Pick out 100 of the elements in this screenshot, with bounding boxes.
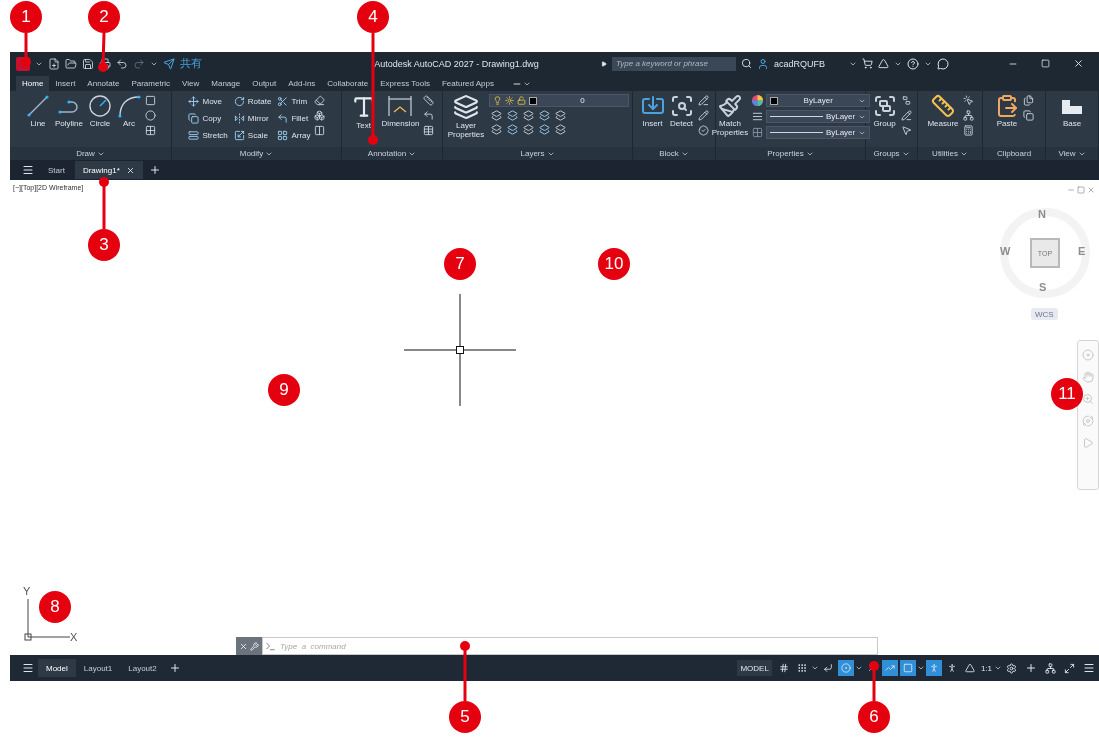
osnap-toggle[interactable] — [899, 660, 916, 676]
panel-title-bar[interactable]: Properties — [716, 147, 865, 160]
layout-tab[interactable]: Model — [38, 659, 76, 677]
print-icon[interactable] — [99, 57, 111, 70]
ribbon-tool-button[interactable]: Dimension — [380, 94, 421, 128]
command-input[interactable]: Type a command — [276, 641, 877, 651]
ribbon-tool-button[interactable]: Mirror — [233, 111, 272, 126]
open-folder-icon[interactable] — [65, 57, 77, 70]
layer-dropdown[interactable]: 0 — [489, 94, 629, 107]
compass-letter: E — [1078, 245, 1086, 257]
ribbon-tab[interactable]: Express Tools — [374, 76, 436, 91]
ribbon-tab[interactable]: Annotate — [81, 76, 126, 91]
new-file-icon[interactable] — [48, 57, 60, 70]
wrench-icon[interactable] — [250, 641, 259, 651]
ribbon-tool-button[interactable]: Copy — [188, 111, 228, 126]
annotation-scale[interactable]: 1:1 — [978, 663, 994, 673]
search-icon[interactable] — [740, 58, 752, 69]
layer-tool-icon — [555, 124, 566, 135]
user-name[interactable]: acadRQUFB — [773, 58, 825, 69]
panel-title-bar[interactable]: Draw — [10, 147, 171, 160]
ucs-menu-button[interactable]: WCS — [1031, 308, 1058, 320]
ribbon-tool-button[interactable]: Line — [25, 94, 51, 128]
redo-icon[interactable] — [133, 57, 145, 70]
ribbon-tool-button[interactable]: Fillet — [277, 111, 311, 126]
ribbon-tool-button[interactable]: Text — [349, 94, 378, 130]
dimension-icon — [387, 94, 414, 118]
panel-title-bar[interactable]: Utilities — [918, 147, 982, 160]
ribbon-tab[interactable]: Add-ins — [282, 76, 322, 91]
help-icon[interactable] — [907, 57, 919, 70]
property-dropdown[interactable]: ByLayer — [766, 110, 871, 123]
maximize-icon — [1041, 59, 1050, 68]
chat-bubble-icon[interactable] — [937, 57, 949, 70]
share-icon[interactable] — [163, 57, 175, 70]
line-sample — [770, 132, 823, 133]
cart-icon[interactable] — [862, 58, 873, 69]
polar-toggle[interactable] — [837, 660, 854, 676]
ribbon-tool-button[interactable]: Layer Properties — [446, 94, 486, 139]
ribbon-tab[interactable]: Manage — [205, 76, 247, 91]
ribbon-tab[interactable]: Parametric — [125, 76, 177, 91]
pointer-icon — [900, 125, 912, 136]
ribbon-tool-button[interactable]: Base — [1059, 94, 1085, 128]
callout-badge: 2 — [88, 1, 120, 33]
ribbon-tool-button[interactable]: Array — [277, 128, 311, 143]
ribbon-tool-button[interactable]: Trim — [277, 94, 311, 109]
layout-tab[interactable]: Layout1 — [75, 659, 121, 677]
ribbon-tool-button[interactable]: Group — [871, 94, 898, 128]
ribbon-tool-button[interactable]: Circle — [87, 94, 113, 128]
model-space-button[interactable]: MODEL — [737, 660, 772, 676]
badge-icon — [697, 125, 709, 136]
ruler-icon — [931, 94, 955, 118]
zoom-icon[interactable] — [1082, 393, 1094, 405]
layer-tool-icon — [555, 110, 566, 121]
command-field[interactable]: Type a command — [262, 637, 878, 655]
save-icon[interactable] — [82, 57, 94, 70]
ribbon-tab[interactable]: Insert — [49, 76, 82, 91]
rotate-icon — [233, 96, 245, 107]
clipboard-icon — [995, 94, 1019, 118]
ribbon-tab[interactable]: View — [176, 76, 206, 91]
panel-title-bar[interactable]: Layers — [443, 147, 632, 160]
file-tab[interactable]: Drawing1* — [74, 161, 143, 179]
search-field[interactable]: Type a keyword or phrase — [611, 56, 736, 71]
ribbon-tool-button[interactable]: Detect — [668, 94, 695, 128]
paintbrush-icon — [718, 94, 742, 118]
property-dropdown[interactable]: ByLayer — [766, 126, 871, 139]
tracking-toggle[interactable] — [881, 660, 898, 676]
ribbon-tool-button[interactable]: Stretch — [188, 128, 228, 143]
figure-toggle[interactable] — [925, 660, 942, 676]
ribbon-tab[interactable]: Output — [246, 76, 283, 91]
expand-arrow-icon[interactable] — [600, 60, 607, 67]
tracking-icon — [884, 663, 895, 673]
panel-title-bar[interactable]: Modify — [172, 147, 341, 160]
menu-icon — [1083, 662, 1095, 674]
share-label[interactable]: 共有 — [180, 56, 202, 71]
panel-title-bar[interactable]: Annotation — [342, 147, 442, 160]
ribbon-tool-button[interactable]: Rotate — [233, 94, 272, 109]
linetype-icon — [752, 127, 764, 138]
ribbon-tool-button[interactable]: Scale — [233, 128, 272, 143]
ribbon-tab[interactable]: Featured Apps — [435, 76, 500, 91]
ribbon-tool-button[interactable]: Move — [188, 94, 228, 109]
panel-title-bar[interactable]: Block — [633, 147, 715, 160]
pencil-icon — [697, 110, 709, 121]
property-dropdown[interactable]: ByLayer — [766, 94, 871, 107]
layout-tab[interactable]: Layout2 — [120, 659, 165, 677]
triangle-icon[interactable] — [878, 58, 889, 69]
ribbon-tool-button[interactable]: Polyline — [54, 94, 84, 128]
ribbon-tool-button[interactable]: Insert — [639, 94, 666, 128]
panel-title-bar[interactable]: Groups — [866, 147, 917, 160]
close-icon[interactable] — [239, 641, 248, 651]
ribbon-tab[interactable]: Collaborate — [321, 76, 375, 91]
undo-icon[interactable] — [116, 57, 128, 70]
ribbon-tab[interactable]: Home — [16, 76, 50, 91]
panel-title-bar[interactable]: View — [1046, 147, 1098, 160]
ribbon-tool-button[interactable]: Measure — [926, 94, 960, 128]
compass-letter: S — [1039, 281, 1047, 293]
file-tab[interactable]: Start — [40, 161, 73, 179]
ribbon-tool-button[interactable]: Arc — [116, 94, 142, 128]
ribbon-tool-button[interactable]: Match Properties — [710, 94, 750, 137]
ribbon-tool-button[interactable]: Paste — [994, 94, 1020, 128]
panel-title-bar[interactable]: Clipboard — [983, 147, 1045, 160]
osnap-icon — [902, 663, 913, 673]
